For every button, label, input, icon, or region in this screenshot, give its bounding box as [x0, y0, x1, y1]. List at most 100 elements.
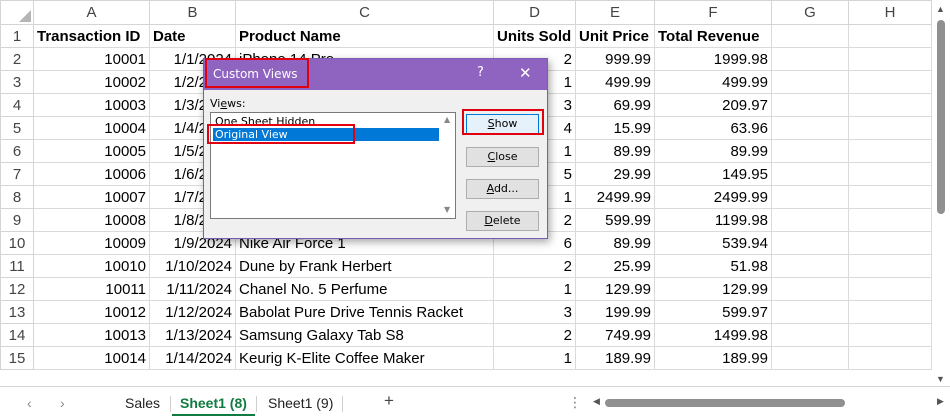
row-header[interactable]: 14	[0, 323, 34, 347]
cell[interactable]	[848, 323, 932, 347]
cell[interactable]: 1999.98	[654, 47, 772, 71]
row-header[interactable]: 6	[0, 139, 34, 163]
dialog-title-bar[interactable]: Custom Views ? ✕	[204, 59, 547, 90]
triangle-left-icon[interactable]: ◀	[593, 396, 600, 407]
row-header[interactable]: 4	[0, 93, 34, 117]
cell[interactable]: Units Sold	[493, 24, 576, 48]
cell[interactable]	[848, 47, 932, 71]
cell[interactable]	[771, 346, 849, 370]
delete-button[interactable]: Delete	[466, 211, 539, 231]
cell[interactable]: 129.99	[654, 277, 772, 301]
cell[interactable]	[848, 231, 932, 255]
show-button[interactable]: Show	[466, 114, 539, 134]
cell[interactable]: 10013	[33, 323, 150, 347]
cell[interactable]: 10010	[33, 254, 150, 278]
cell[interactable]: 1199.98	[654, 208, 772, 232]
cell[interactable]	[771, 300, 849, 324]
cell[interactable]	[771, 231, 849, 255]
cell[interactable]: 10006	[33, 162, 150, 186]
row-header[interactable]: 13	[0, 300, 34, 324]
row-header[interactable]: 3	[0, 70, 34, 94]
cell[interactable]: 89.99	[575, 231, 655, 255]
add-view-button[interactable]: Add...	[466, 179, 539, 199]
cell[interactable]: 10002	[33, 70, 150, 94]
cell[interactable]: 1	[493, 346, 576, 370]
cell[interactable]: Date	[149, 24, 236, 48]
select-all-corner[interactable]	[0, 0, 34, 25]
cell[interactable]: 51.98	[654, 254, 772, 278]
cell[interactable]: 1/14/2024	[149, 346, 236, 370]
cell[interactable]: 15.99	[575, 116, 655, 140]
cell[interactable]: 63.96	[654, 116, 772, 140]
column-header[interactable]: E	[575, 0, 655, 25]
cell[interactable]: 149.95	[654, 162, 772, 186]
cell[interactable]: 10008	[33, 208, 150, 232]
cell[interactable]: 1/11/2024	[149, 277, 236, 301]
cell[interactable]: 499.99	[575, 70, 655, 94]
cell[interactable]: 10012	[33, 300, 150, 324]
cell[interactable]: 10009	[33, 231, 150, 255]
cell[interactable]: 2	[493, 254, 576, 278]
cell[interactable]: 69.99	[575, 93, 655, 117]
view-item-original-view[interactable]: Original View	[213, 128, 439, 141]
cell[interactable]	[771, 93, 849, 117]
row-header[interactable]: 10	[0, 231, 34, 255]
triangle-up-icon[interactable]: ▲	[444, 115, 450, 124]
cell[interactable]: 1/10/2024	[149, 254, 236, 278]
cell[interactable]	[848, 185, 932, 209]
cell[interactable]	[771, 70, 849, 94]
cell[interactable]	[771, 185, 849, 209]
cell[interactable]	[848, 346, 932, 370]
views-listbox[interactable]: One Sheet Hidden Original View ▲ ▼	[210, 112, 456, 219]
help-icon[interactable]: ?	[477, 65, 484, 80]
vertical-scrollbar[interactable]: ▲ ▼	[932, 0, 950, 386]
cell[interactable]	[771, 24, 849, 48]
column-header[interactable]: B	[149, 0, 236, 25]
column-header[interactable]: G	[771, 0, 849, 25]
cell[interactable]: Chanel No. 5 Perfume	[235, 277, 494, 301]
more-options-icon[interactable]: ⋮	[568, 394, 583, 411]
cell[interactable]: 2	[493, 323, 576, 347]
column-header[interactable]: F	[654, 0, 772, 25]
row-header[interactable]: 2	[0, 47, 34, 71]
cell[interactable]: 129.99	[575, 277, 655, 301]
row-header[interactable]: 1	[0, 24, 34, 48]
column-header[interactable]: H	[848, 0, 932, 25]
close-button[interactable]: Close	[466, 147, 539, 167]
row-header[interactable]: 12	[0, 277, 34, 301]
sheet-tab-sheet1-9[interactable]: Sheet1 (9)	[260, 392, 341, 414]
sheet-tab-sales[interactable]: Sales	[117, 392, 168, 414]
cell[interactable]: 209.97	[654, 93, 772, 117]
cell[interactable]: 10011	[33, 277, 150, 301]
sheet-tab-sheet1-8[interactable]: Sheet1 (8)	[172, 392, 255, 416]
triangle-right-icon[interactable]: ▶	[937, 396, 944, 407]
cell[interactable]: Samsung Galaxy Tab S8	[235, 323, 494, 347]
cell[interactable]	[848, 162, 932, 186]
chevron-left-icon[interactable]: ‹	[27, 395, 32, 411]
triangle-down-icon[interactable]: ▼	[444, 205, 450, 214]
cell[interactable]: Dune by Frank Herbert	[235, 254, 494, 278]
cell[interactable]: 189.99	[654, 346, 772, 370]
cell[interactable]	[848, 70, 932, 94]
cell[interactable]: 25.99	[575, 254, 655, 278]
vertical-scroll-thumb[interactable]	[937, 20, 945, 214]
cell[interactable]: 1/13/2024	[149, 323, 236, 347]
cell[interactable]: 10005	[33, 139, 150, 163]
column-header[interactable]: C	[235, 0, 494, 25]
column-header[interactable]: D	[493, 0, 576, 25]
row-header[interactable]: 7	[0, 162, 34, 186]
cell[interactable]: 189.99	[575, 346, 655, 370]
cell[interactable]	[848, 116, 932, 140]
cell[interactable]	[771, 208, 849, 232]
cell[interactable]: 10001	[33, 47, 150, 71]
cell[interactable]: Total Revenue	[654, 24, 772, 48]
cell[interactable]: 1	[493, 277, 576, 301]
cell[interactable]	[771, 162, 849, 186]
row-header[interactable]: 8	[0, 185, 34, 209]
cell[interactable]	[771, 254, 849, 278]
cell[interactable]: 29.99	[575, 162, 655, 186]
cell[interactable]: Babolat Pure Drive Tennis Racket	[235, 300, 494, 324]
horizontal-scroll-thumb[interactable]	[605, 399, 845, 407]
cell[interactable]: 1499.98	[654, 323, 772, 347]
cell[interactable]	[771, 116, 849, 140]
